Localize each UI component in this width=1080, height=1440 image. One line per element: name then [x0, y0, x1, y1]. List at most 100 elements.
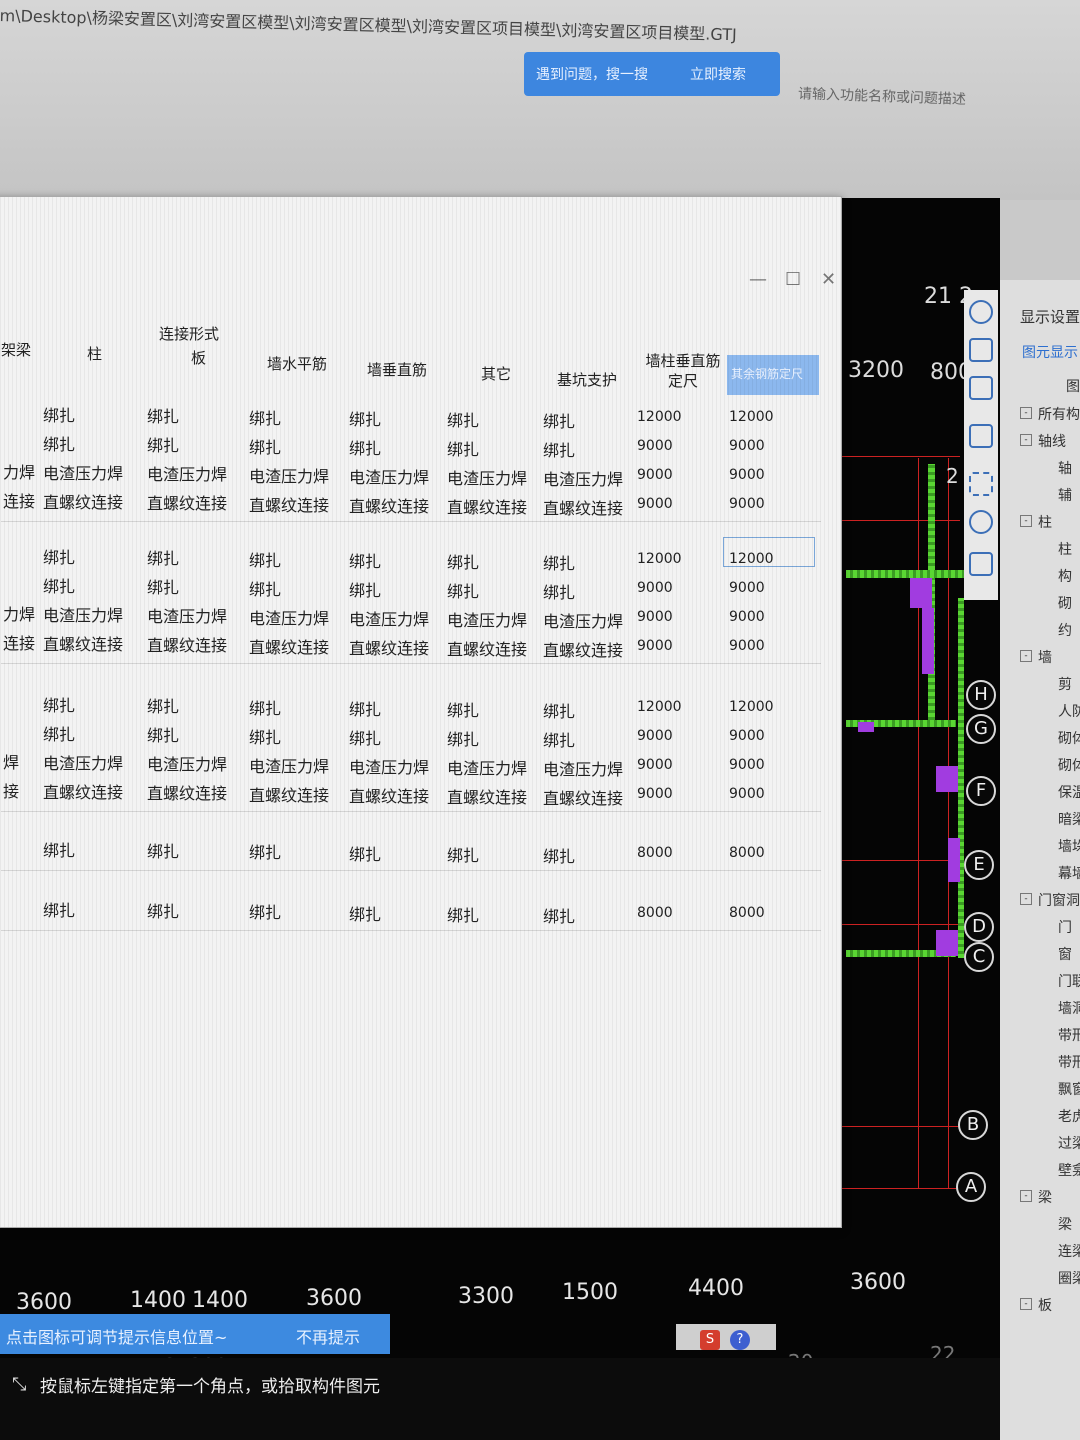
table-cell[interactable]: 绑扎: [447, 902, 479, 926]
table-cell[interactable]: 绑扎: [147, 722, 179, 746]
panel-tree-item[interactable]: 门联: [1058, 971, 1080, 991]
panel-tree-item[interactable]: 人防: [1058, 701, 1080, 721]
table-cell[interactable]: 电渣压力焊: [349, 754, 429, 778]
table-cell[interactable]: 直螺纹连接: [447, 784, 527, 808]
sogou-ime-icon[interactable]: S: [700, 1330, 720, 1350]
table-cell[interactable]: 电渣压力焊: [43, 602, 123, 626]
panel-tree-item[interactable]: 墙洞: [1058, 998, 1080, 1018]
length-cell[interactable]: 9000: [729, 728, 765, 744]
tree-expand-toggle[interactable]: -: [1020, 407, 1032, 419]
column[interactable]: [858, 722, 874, 732]
table-cell[interactable]: 电渣压力焊: [43, 750, 123, 774]
table-cell[interactable]: 焊: [3, 749, 19, 773]
column[interactable]: [936, 766, 958, 792]
length-cell[interactable]: 8000: [637, 905, 673, 921]
table-cell[interactable]: 绑扎: [43, 431, 75, 455]
panel-tree-item[interactable]: 门窗洞: [1038, 890, 1080, 910]
panel-tree-item[interactable]: 窗: [1058, 944, 1072, 964]
table-cell[interactable]: 连接: [3, 630, 35, 654]
length-cell[interactable]: 8000: [729, 845, 765, 861]
column[interactable]: [910, 578, 932, 608]
minimize-button[interactable]: —: [749, 269, 767, 290]
table-cell[interactable]: 绑扎: [447, 436, 479, 460]
length-cell[interactable]: 9000: [637, 496, 673, 512]
table-cell[interactable]: 电渣压力焊: [447, 465, 527, 489]
table-cell[interactable]: 绑扎: [447, 697, 479, 721]
panel-tree-item[interactable]: 梁: [1058, 1214, 1072, 1234]
table-cell[interactable]: 绑扎: [543, 550, 575, 574]
panel-tree-item[interactable]: 带形: [1058, 1025, 1080, 1045]
panel-tree-item[interactable]: 所有构: [1038, 404, 1080, 424]
tree-expand-toggle[interactable]: -: [1020, 650, 1032, 662]
table-cell[interactable]: 绑扎: [249, 434, 281, 458]
tree-expand-toggle[interactable]: -: [1020, 434, 1032, 446]
wall-segment[interactable]: [846, 570, 966, 578]
panel-subtitle-tab[interactable]: 图元显示: [1022, 342, 1078, 362]
length-cell[interactable]: 9000: [729, 467, 765, 483]
table-cell[interactable]: 绑扎: [349, 577, 381, 601]
length-cell[interactable]: 9000: [729, 786, 765, 802]
tree-expand-toggle[interactable]: -: [1020, 1190, 1032, 1202]
table-cell[interactable]: 电渣压力焊: [147, 461, 227, 485]
search-input[interactable]: 请输入功能名称或问题描述: [798, 83, 967, 109]
length-cell[interactable]: 9000: [637, 580, 673, 596]
tree-expand-toggle[interactable]: -: [1020, 893, 1032, 905]
length-cell[interactable]: 12000: [729, 699, 774, 715]
table-cell[interactable]: 接: [3, 778, 19, 802]
table-cell[interactable]: 绑扎: [147, 545, 179, 569]
table-cell[interactable]: 绑扎: [43, 897, 75, 921]
table-cell[interactable]: 连接: [3, 488, 35, 512]
length-cell[interactable]: 9000: [637, 786, 673, 802]
table-cell[interactable]: 绑扎: [249, 724, 281, 748]
panel-tree-item[interactable]: 柱: [1058, 539, 1072, 559]
length-cell[interactable]: 12000: [637, 409, 682, 425]
panel-tree-item[interactable]: 轴线: [1038, 431, 1066, 451]
table-cell[interactable]: 绑扎: [349, 406, 381, 430]
active-cell-editor[interactable]: [723, 537, 815, 567]
table-cell[interactable]: 电渣压力焊: [249, 605, 329, 629]
length-cell[interactable]: 12000: [637, 551, 682, 567]
table-cell[interactable]: 绑扎: [447, 842, 479, 866]
panel-tree-item[interactable]: 门: [1058, 917, 1072, 937]
length-cell[interactable]: 9000: [729, 496, 765, 512]
close-button[interactable]: ✕: [821, 269, 836, 290]
table-cell[interactable]: 直螺纹连接: [543, 495, 623, 519]
table-cell[interactable]: 绑扎: [543, 698, 575, 722]
panel-tree-item[interactable]: 过梁: [1058, 1133, 1080, 1153]
table-cell[interactable]: 电渣压力焊: [349, 464, 429, 488]
length-cell[interactable]: 9000: [729, 638, 765, 654]
table-cell[interactable]: 直螺纹连接: [349, 783, 429, 807]
panel-tree-item[interactable]: 构: [1058, 566, 1072, 586]
length-cell[interactable]: 9000: [637, 638, 673, 654]
table-cell[interactable]: 绑扎: [249, 899, 281, 923]
panel-tree-item[interactable]: 约: [1058, 620, 1072, 640]
panel-tree-item[interactable]: 梁: [1038, 1187, 1052, 1207]
table-cell[interactable]: 绑扎: [147, 403, 179, 427]
table-cell[interactable]: 直螺纹连接: [43, 631, 123, 655]
table-cell[interactable]: 绑扎: [543, 903, 575, 927]
table-cell[interactable]: 电渣压力焊: [43, 460, 123, 484]
length-cell[interactable]: 9000: [637, 609, 673, 625]
table-cell[interactable]: 直螺纹连接: [147, 490, 227, 514]
length-cell[interactable]: 12000: [729, 409, 774, 425]
table-cell[interactable]: 绑扎: [543, 408, 575, 432]
list-icon[interactable]: [969, 552, 993, 576]
panel-tree-item[interactable]: 连梁: [1058, 1241, 1080, 1261]
length-cell[interactable]: 9000: [729, 757, 765, 773]
table-cell[interactable]: 直螺纹连接: [349, 493, 429, 517]
table-cell[interactable]: 绑扎: [249, 695, 281, 719]
table-cell[interactable]: 绑扎: [43, 692, 75, 716]
tree-expand-toggle[interactable]: -: [1020, 1298, 1032, 1310]
table-cell[interactable]: 绑扎: [147, 432, 179, 456]
table-cell[interactable]: 电渣压力焊: [147, 603, 227, 627]
length-cell[interactable]: 12000: [637, 699, 682, 715]
panel-tree-item[interactable]: 砌体: [1058, 755, 1080, 775]
panel-tree-item[interactable]: 圈梁: [1058, 1268, 1080, 1288]
panel-tree-item[interactable]: 暗梁: [1058, 809, 1080, 829]
table-cell[interactable]: 绑扎: [147, 693, 179, 717]
search-now-button[interactable]: 立即搜索: [690, 64, 746, 84]
table-cell[interactable]: 电渣压力焊: [249, 463, 329, 487]
panel-tree-item[interactable]: 带形: [1058, 1052, 1080, 1072]
table-cell[interactable]: 电渣压力焊: [147, 751, 227, 775]
table-cell[interactable]: 绑扎: [349, 841, 381, 865]
